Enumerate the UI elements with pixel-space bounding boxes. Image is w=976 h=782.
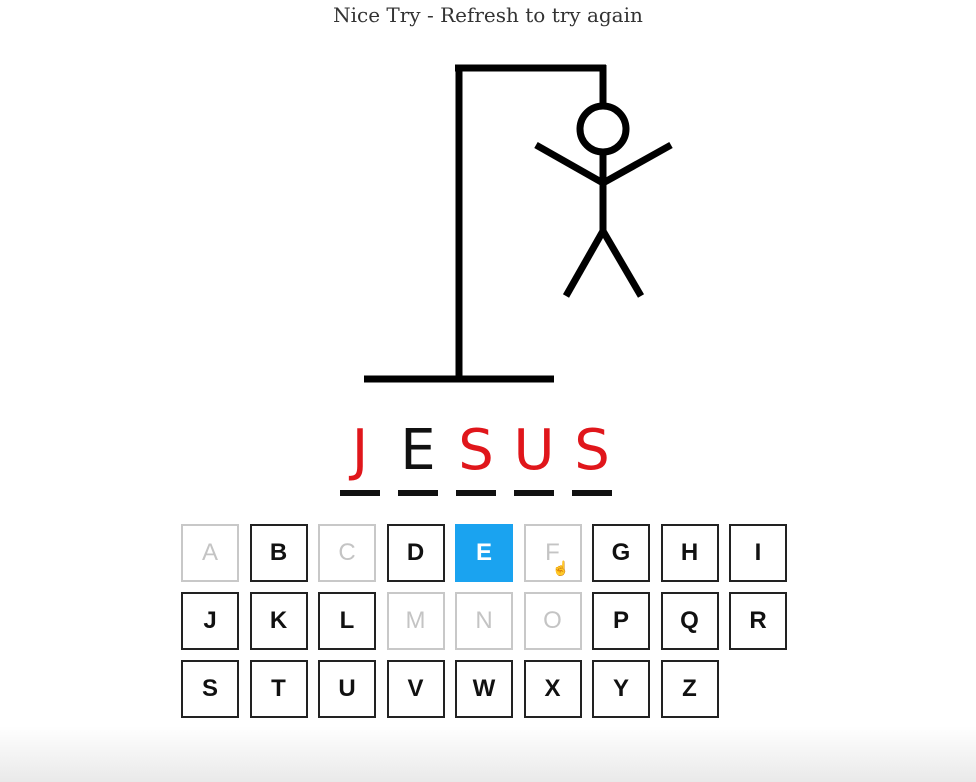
word-letter-slot: E	[396, 418, 440, 496]
letter-underline	[340, 490, 380, 496]
letter-underline	[572, 490, 612, 496]
letter-key-n[interactable]: N	[455, 592, 513, 650]
bottom-shade	[0, 726, 976, 782]
letter-key-y[interactable]: Y	[592, 660, 650, 718]
letter-key-i[interactable]: I	[729, 524, 787, 582]
letter-key-d[interactable]: D	[386, 524, 445, 582]
hangman-left-leg	[562, 229, 607, 298]
letter-key-a[interactable]: A	[181, 524, 239, 582]
letter-key-c[interactable]: C	[318, 524, 376, 582]
word-letter-slot: S	[454, 418, 498, 496]
word-letter: S	[574, 418, 610, 483]
letter-key-x[interactable]: X	[523, 660, 582, 718]
letter-key-q[interactable]: Q	[660, 592, 719, 650]
letter-key-h[interactable]: H	[660, 524, 719, 582]
letter-key-v[interactable]: V	[386, 660, 445, 718]
word-letter-slot: S	[570, 418, 614, 496]
hand-pointer-icon: ☝	[552, 560, 570, 576]
word-letter-slot: U	[512, 418, 556, 496]
letter-key-z[interactable]: Z	[660, 660, 719, 718]
letter-key-g[interactable]: G	[592, 524, 650, 582]
hangman-right-leg	[599, 229, 645, 298]
hangman-drawing	[364, 64, 673, 383]
letter-key-l[interactable]: L	[318, 592, 376, 650]
letter-underline	[514, 490, 554, 496]
letter-underline	[456, 490, 496, 496]
letter-key-b[interactable]: B	[249, 524, 308, 582]
letter-key-w[interactable]: W	[455, 660, 513, 718]
game-status-message: Nice Try - Refresh to try again	[333, 3, 643, 27]
letter-key-s[interactable]: S	[181, 660, 239, 718]
letter-underline	[398, 490, 438, 496]
hangman-head	[576, 102, 630, 156]
letter-key-j[interactable]: J	[181, 592, 239, 650]
letter-key-u[interactable]: U	[318, 660, 376, 718]
letter-key-o[interactable]: O	[523, 592, 582, 650]
letter-key-m[interactable]: M	[386, 592, 445, 650]
letter-key-r[interactable]: R	[729, 592, 787, 650]
word-letter: J	[351, 418, 369, 483]
word-letter: U	[513, 418, 555, 483]
word-letter: S	[458, 418, 494, 483]
secret-word: JESUS	[338, 418, 638, 508]
letter-key-t[interactable]: T	[249, 660, 308, 718]
letter-key-e[interactable]: E	[455, 524, 513, 582]
letter-key-k[interactable]: K	[249, 592, 308, 650]
word-letter-slot: J	[338, 418, 382, 496]
word-letter: E	[400, 418, 436, 483]
letter-keyboard: ABCDEFGHIJKLMNOPQRSTUVWXYZ	[181, 524, 801, 724]
letter-key-p[interactable]: P	[592, 592, 650, 650]
